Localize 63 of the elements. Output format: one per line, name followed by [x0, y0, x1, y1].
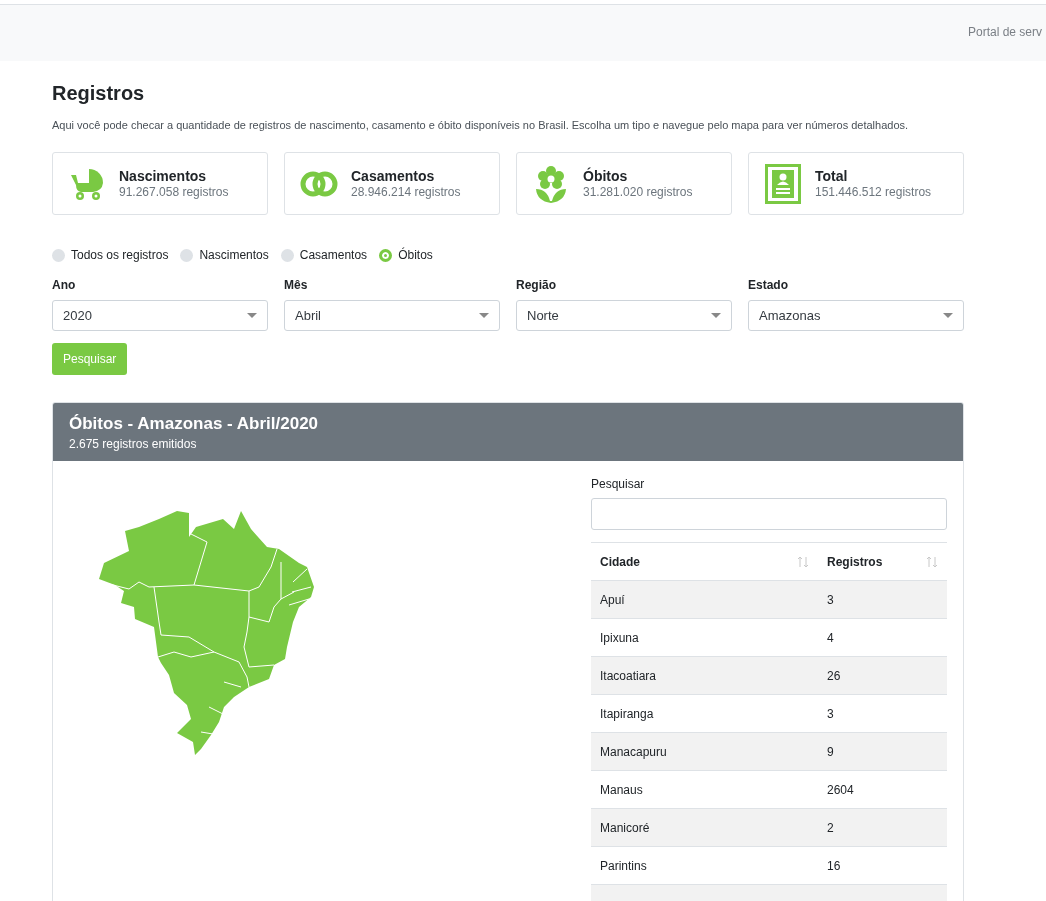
stat-count: 151.446.512 registros: [815, 185, 932, 199]
stat-count: 28.946.214 registros: [351, 185, 461, 199]
stat-count: 31.281.020 registros: [583, 185, 693, 199]
select-field[interactable]: Abril: [284, 300, 500, 331]
filter-label: Região: [516, 278, 557, 292]
stat-card[interactable]: Nascimentos 91.267.058 registros: [52, 152, 268, 215]
search-field[interactable]: [591, 498, 947, 530]
table-cell: 4: [818, 618, 947, 657]
table-cell: 2604: [818, 770, 947, 809]
select-field[interactable]: Norte: [516, 300, 732, 331]
stat-title: Casamentos: [351, 168, 436, 184]
page-description: Aqui você pode checar a quantidade de registros de nascimento, casamento e óbito disponíveis no Brasil. Escolha um tipo e navegue pelo mapa para ver números detalhados.: [52, 119, 910, 131]
table-cell: Parintins: [591, 846, 818, 885]
stroller-icon: [69, 166, 105, 201]
document-icon: [765, 163, 801, 204]
search-label: Pesquisar: [591, 477, 646, 491]
radio-button[interactable]: [379, 248, 393, 262]
table-cell: 9: [818, 732, 947, 771]
radio-label: Todos os registros: [71, 248, 169, 262]
rings-icon: [300, 169, 338, 198]
table-cell: 3: [818, 694, 947, 733]
filter-label: Estado: [748, 278, 789, 292]
table-cell: Itapiranga: [591, 694, 818, 733]
panel-title: Óbitos - Amazonas - Abril/2020: [69, 414, 320, 434]
caret-icon: [943, 313, 953, 318]
radio-label: Casamentos: [299, 248, 368, 262]
radio-label: Óbitos: [398, 248, 433, 262]
table-cell: 26: [818, 656, 947, 695]
caret-icon: [247, 313, 257, 318]
table-cell: 3: [818, 580, 947, 619]
column-header: Registros: [827, 554, 883, 569]
column-header: Cidade: [600, 554, 640, 569]
table-cell: 2: [818, 808, 947, 847]
stat-title: Total: [815, 168, 849, 184]
table-cell: Apuí: [591, 580, 818, 619]
stat-card[interactable]: Óbitos 31.281.020 registros: [516, 152, 732, 215]
stat-title: Óbitos: [583, 168, 629, 184]
table-cell: 16: [818, 846, 947, 885]
radio-label: Nascimentos: [199, 248, 269, 262]
stat-count: 91.267.058 registros: [119, 185, 229, 199]
table-cell: Manacapuru: [591, 732, 818, 771]
portal-link[interactable]: Portal de serv: [967, 25, 1042, 39]
radio-button[interactable]: [180, 248, 194, 262]
select-field[interactable]: 2020: [52, 300, 268, 331]
filter-label: Mês: [284, 278, 309, 292]
stat-title: Nascimentos: [119, 168, 208, 184]
table-cell: Ipixuna: [591, 618, 818, 657]
table-cell: Manaus: [591, 770, 818, 809]
stat-card[interactable]: Casamentos 28.946.214 registros: [284, 152, 500, 215]
filter-label: Ano: [52, 278, 77, 292]
stat-card[interactable]: Total 151.446.512 registros: [748, 152, 964, 215]
select-field[interactable]: Amazonas: [748, 300, 964, 331]
panel-subtitle: 2.675 registros emitidos: [69, 437, 198, 451]
radio-button[interactable]: [52, 248, 65, 262]
table-cell: Manicoré: [591, 808, 818, 847]
table-cell: Itacoatiara: [591, 656, 818, 695]
page-title: Registros: [52, 82, 146, 105]
caret-icon: [479, 313, 489, 318]
sort-icon[interactable]: [797, 555, 809, 568]
radio-button[interactable]: [280, 248, 294, 262]
sort-icon[interactable]: [926, 555, 938, 568]
flower-icon: [535, 164, 567, 203]
caret-icon: [711, 313, 721, 318]
